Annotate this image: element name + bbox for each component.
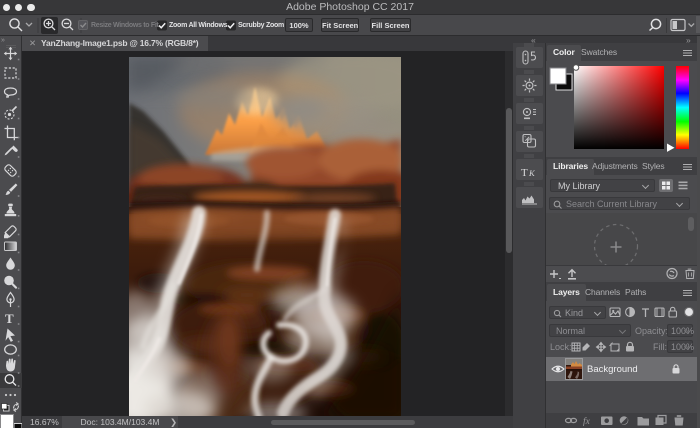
svg-text:fx: fx [583,416,591,427]
svg-text:T: T [5,311,14,326]
svg-text:T: T [521,167,528,179]
svg-text:»: » [1,37,5,44]
